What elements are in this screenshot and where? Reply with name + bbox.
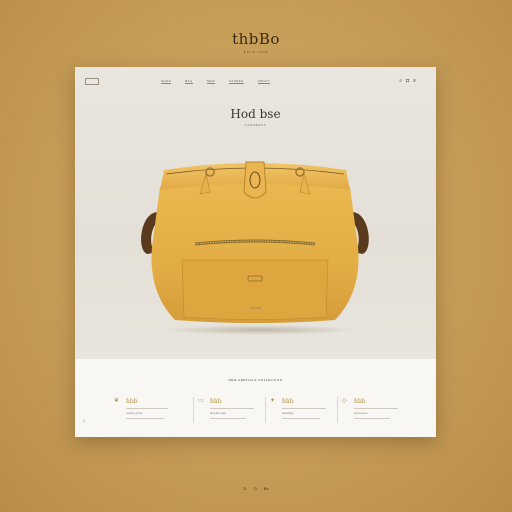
bottom-links: D O Bs <box>0 486 512 491</box>
nav-link-bag[interactable]: BAG <box>185 79 193 84</box>
leaf-icon: ❦ <box>114 398 120 404</box>
footer-column-title: hbb <box>354 398 366 405</box>
product-tag: LEATHER <box>249 307 262 310</box>
brand-logo[interactable]: thbBo <box>0 30 512 48</box>
top-navigation: SHOP BAG NEW STORES ABOUT ⌕ ◘ ≡ <box>75 78 436 85</box>
hero-title: Hod bse <box>230 107 281 121</box>
footer-column-text: Shoulder bags <box>210 412 227 415</box>
nav-link-stores[interactable]: STORES <box>228 79 244 84</box>
footer-column-text: Handbags <box>282 412 294 415</box>
divider <box>193 397 194 423</box>
nav-link-about[interactable]: ABOUT <box>257 79 270 84</box>
website-mockup-card: SHOP BAG NEW STORES ABOUT ⌕ ◘ ≡ Hod bse … <box>75 67 436 437</box>
footer-column-1[interactable]: ❦ hbb Leather goods <box>114 395 184 427</box>
footer-column-2[interactable]: ▭ hhb Shoulder bags <box>198 395 268 427</box>
footer-columns: ❦ hbb Leather goods ▭ hhb Shoulder bags … <box>90 395 430 435</box>
footer-column-title: hhb <box>210 398 222 405</box>
site-logo[interactable] <box>85 78 99 85</box>
bag-small-icon: ▭ <box>198 398 204 404</box>
footer-heading: NEW ARRIVALS COLLECTION <box>228 378 283 382</box>
star-icon: ✦ <box>270 398 276 404</box>
divider <box>265 397 266 423</box>
divider <box>337 397 338 423</box>
nav-link-shop[interactable]: SHOP <box>161 79 172 84</box>
footer-column-title: hhb <box>282 398 294 405</box>
footer-column-4[interactable]: ◇ hbb Accessories <box>342 395 412 427</box>
brand-tagline: ESTD 1998 <box>243 50 269 54</box>
footer-column-text: Accessories <box>354 412 368 415</box>
bottom-link-1[interactable]: D <box>244 486 247 491</box>
menu-icon[interactable]: ≡ <box>413 78 416 84</box>
footer-column-3[interactable]: ✦ hhb Handbags <box>270 395 340 427</box>
copyright: © <box>83 419 86 423</box>
gift-icon: ◇ <box>342 398 347 404</box>
footer-column-text: Leather goods <box>126 412 142 415</box>
nav-icons: ⌕ ◘ ≡ <box>399 78 416 84</box>
hero-section: SHOP BAG NEW STORES ABOUT ⌕ ◘ ≡ Hod bse … <box>75 67 436 359</box>
search-icon[interactable]: ⌕ <box>399 78 402 84</box>
bottom-link-3[interactable]: Bs <box>264 486 269 491</box>
handbag-image <box>141 161 369 323</box>
bottom-link-2[interactable]: O <box>254 486 257 491</box>
nav-link-new[interactable]: NEW <box>206 79 215 84</box>
footer-column-title: hbb <box>126 398 138 405</box>
front-pocket <box>181 259 329 320</box>
hero-subtitle: HANDBAGS <box>244 123 267 127</box>
center-tab <box>243 161 267 199</box>
nav-links: SHOP BAG NEW STORES ABOUT <box>161 79 284 84</box>
bag-icon[interactable]: ◘ <box>406 78 409 84</box>
footer-section: NEW ARRIVALS COLLECTION ❦ hbb Leather go… <box>75 359 436 437</box>
